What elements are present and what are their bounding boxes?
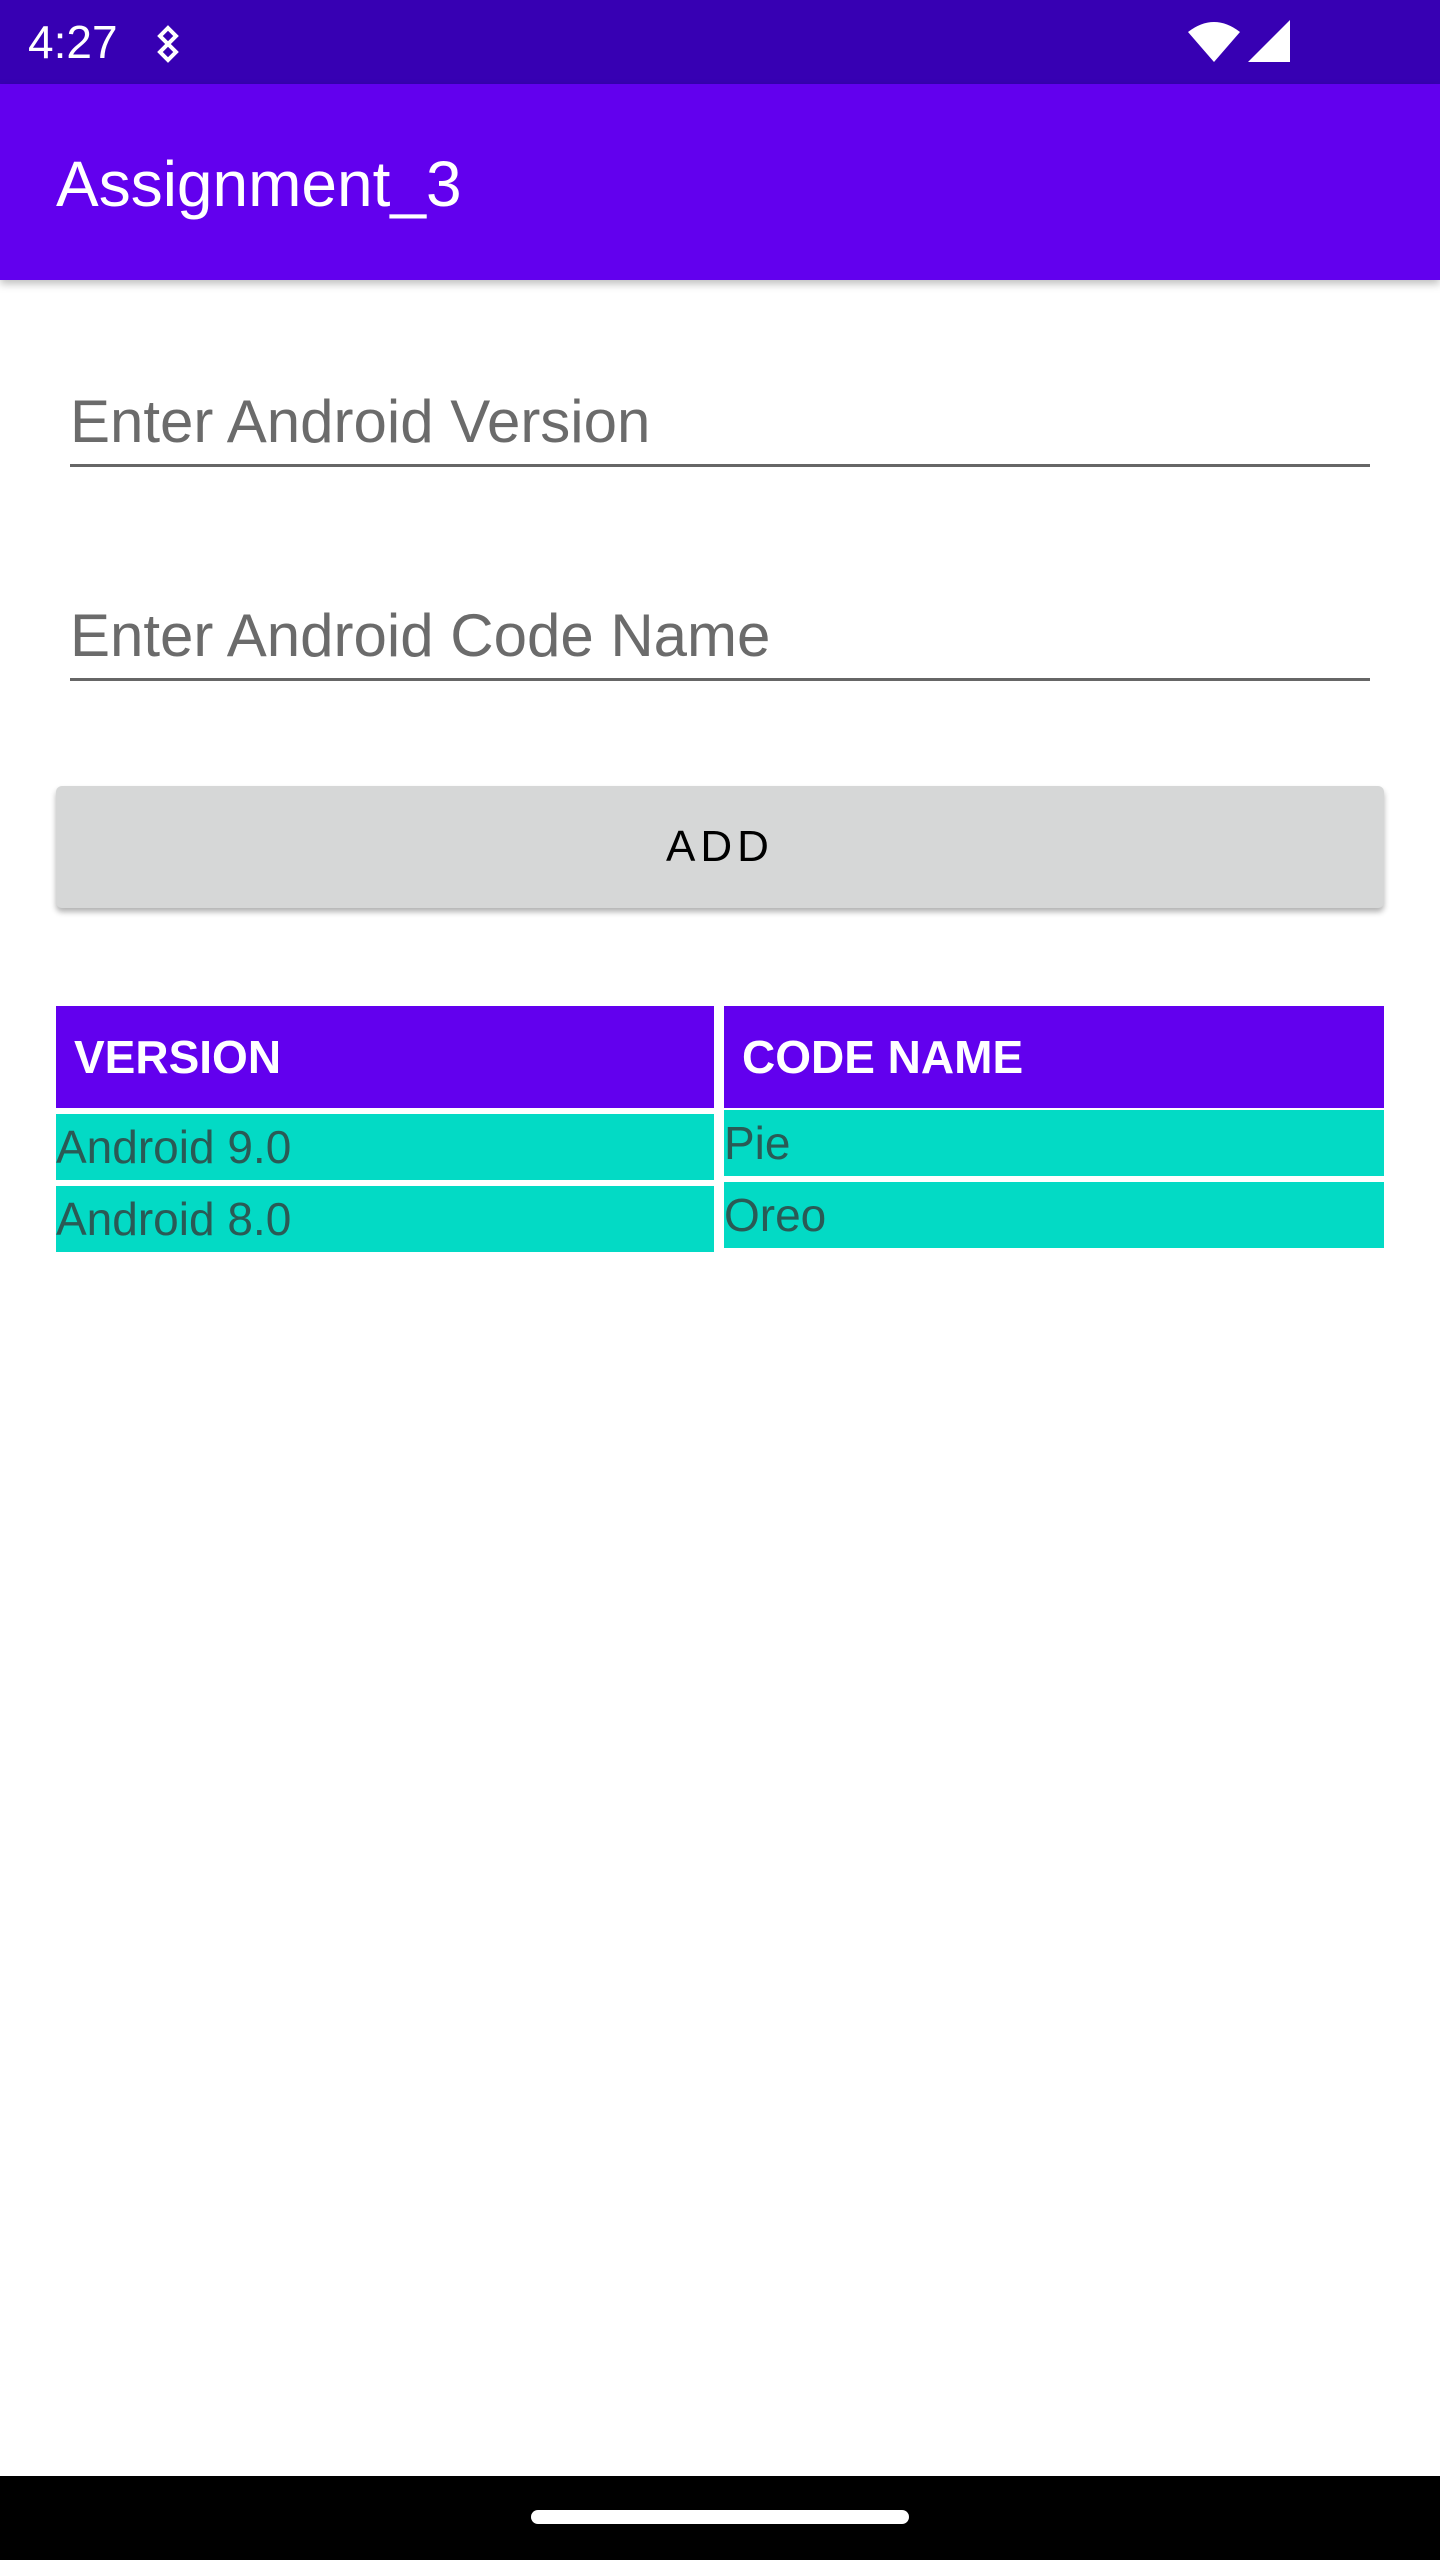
add-button[interactable]: ADD	[56, 786, 1384, 908]
table-cell-version: Android 8.0	[56, 1186, 714, 1252]
codename-input[interactable]	[70, 592, 1370, 681]
signal-icon	[1246, 18, 1292, 64]
wifi-icon	[1186, 20, 1242, 64]
version-input[interactable]	[70, 378, 1370, 467]
table-cell-codename: Oreo	[724, 1182, 1384, 1248]
app-title: Assignment_3	[56, 148, 462, 220]
table-header-version: VERSION	[56, 1006, 714, 1108]
notification-icon	[150, 24, 186, 64]
navigation-bar	[0, 2476, 1440, 2560]
table-cell-codename: Pie	[724, 1110, 1384, 1176]
status-time: 4:27	[28, 16, 118, 68]
status-bar: 4:27	[0, 0, 1440, 84]
home-gesture-handle[interactable]	[531, 2510, 909, 2524]
app-bar: Assignment_3	[0, 84, 1440, 280]
table-header-codename: CODE NAME	[724, 1006, 1384, 1108]
table-cell-version: Android 9.0	[56, 1114, 714, 1180]
